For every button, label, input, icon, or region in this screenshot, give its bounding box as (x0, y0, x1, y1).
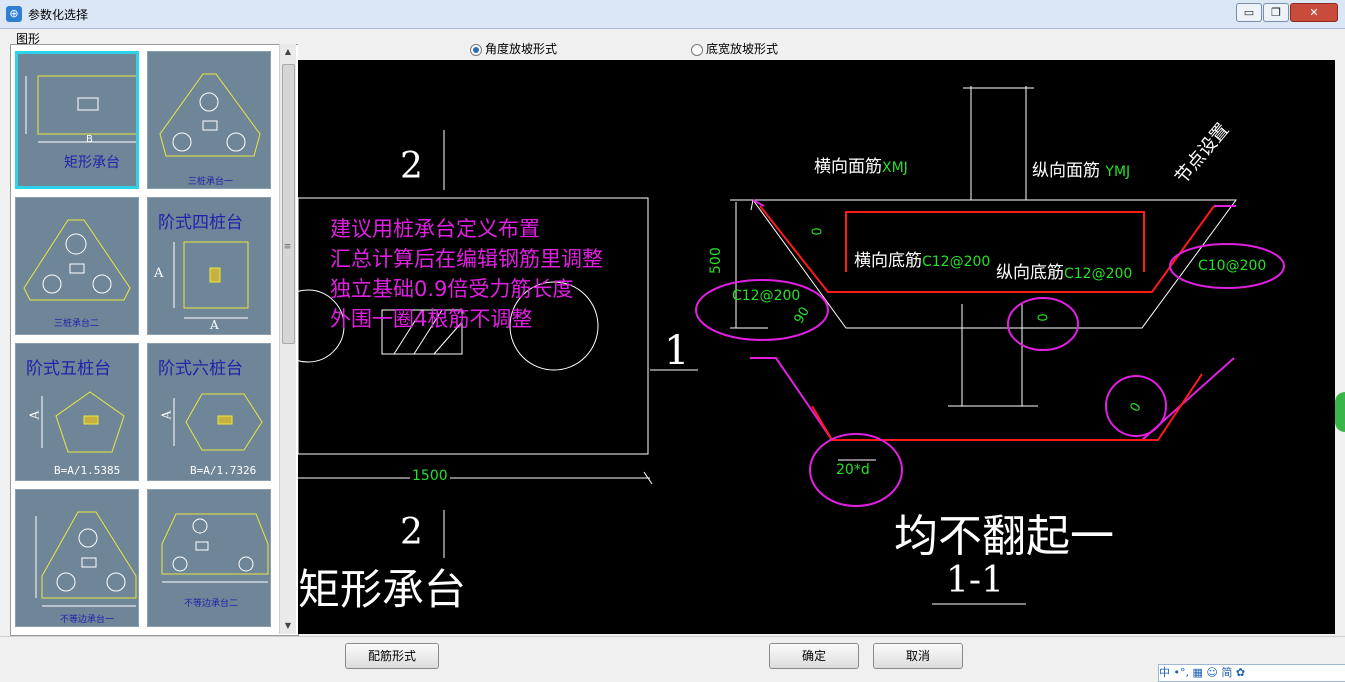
thumb-caption: 矩形承台 (64, 155, 120, 171)
thumb-step6-cap[interactable]: 阶式六桩台 A B=A/1.7326 (147, 343, 271, 481)
restore-button[interactable]: ❐ (1263, 3, 1289, 22)
label-value: C12@200 (922, 254, 991, 270)
rebar-form-button[interactable]: 配筋形式 (345, 643, 439, 669)
thumb-label-b: B (86, 134, 93, 145)
note-line: 外围一圈4根筋不调整 (330, 307, 533, 331)
radio-unchecked-icon (691, 43, 703, 56)
radio-bottom-width-slope[interactable]: 底宽放坡形式 (691, 40, 778, 57)
cancel-button[interactable]: 取消 (873, 643, 963, 669)
minimize-icon: ▭ (1243, 6, 1255, 19)
radio-bottom-width-label: 底宽放坡形式 (706, 42, 779, 56)
dim-zero-label: 0 (810, 227, 826, 236)
thumb-caption: 不等边承台二 (184, 599, 239, 609)
radio-checked-icon (470, 43, 482, 56)
scroll-up-icon[interactable]: ▲ (280, 44, 296, 60)
note-line: 建议用桩承台定义布置 (330, 217, 540, 241)
thumb-rect-cap[interactable]: B 矩形承台 (15, 51, 139, 189)
label-text: 横向底筋 (854, 251, 922, 271)
label-bottom-longitudinal: 纵向底筋C12@200 (996, 258, 1132, 283)
section-title: 1-1 (946, 560, 1004, 601)
thumb-caption: 三桩承台二 (54, 319, 100, 329)
radio-angle-label: 角度放坡形式 (485, 42, 558, 56)
thumb-tri1-cap[interactable]: 三桩承台一 (147, 51, 271, 189)
label-top-transverse: 横向面筋XMJ (814, 152, 908, 177)
label-bottom-transverse: 横向底筋C12@200 (854, 246, 990, 271)
dim-height-label: 500 (708, 247, 724, 274)
shape-name-label: 矩形承台 (298, 565, 467, 614)
thumb-formula: B=A/1.7326 (190, 464, 257, 477)
thumb-tri2-cap[interactable]: 三桩承台二 (15, 197, 139, 335)
restore-icon: ❐ (1271, 6, 1281, 19)
thumbnail-scrollbar[interactable]: ▲ ≡ ▼ (279, 44, 296, 634)
note-line: 独立基础0.9倍受力筋长度 (330, 277, 574, 301)
label-text: 纵向底筋 (996, 263, 1064, 283)
thumb-uneq1-cap[interactable]: 不等边承台一 (15, 489, 139, 627)
shape-thumbnail-panel: B 矩形承台 三桩承台一 三桩承台二 阶式四桩台 A A 阶式五桩台 A B=A… (10, 44, 299, 636)
thumb-label-a: A (154, 266, 164, 281)
thumb-caption: 三桩承台一 (188, 177, 234, 187)
bottom-bar: 配筋形式 确定 取消 (0, 636, 1345, 681)
radio-angle-slope[interactable]: 角度放坡形式 (470, 40, 557, 57)
section-mark-top: 2 (400, 146, 423, 187)
side-float-tab[interactable] (1335, 392, 1345, 432)
ime-text: 中 •°, ▦ ☺ 简 ✿ (1159, 666, 1246, 679)
thumb-uneq2-cap[interactable]: 不等边承台二 (147, 489, 271, 627)
cad-preview-canvas: 2 2 1 矩形承台 1500 建议用桩承台定义布置 汇总计算后在编辑钢筋里调整… (298, 60, 1335, 634)
label-top-longitudinal: 纵向面筋 YMJ (1032, 156, 1130, 181)
close-icon: ✕ (1309, 6, 1319, 19)
cad-drawing (298, 86, 1285, 605)
label-code: XMJ (882, 160, 908, 176)
dim-anchor-label: 20*d (836, 462, 870, 478)
label-right-rebar: C10@200 (1198, 258, 1267, 274)
scroll-grip-icon: ≡ (283, 242, 292, 252)
close-button[interactable]: ✕ (1290, 3, 1338, 22)
note-line: 汇总计算后在编辑钢筋里调整 (330, 247, 603, 271)
scroll-thumb[interactable] (282, 64, 295, 344)
thumb-caption: 不等边承台一 (60, 615, 115, 625)
thumb-formula: B=A/1.5385 (54, 464, 121, 477)
label-text: 纵向面筋 (1032, 161, 1100, 181)
note-no-bend: 均不翻起一 (894, 511, 1114, 562)
thumb-step5-cap[interactable]: 阶式五桩台 A B=A/1.5385 (15, 343, 139, 481)
thumb-label-a: A (27, 410, 42, 420)
minimize-button[interactable]: ▭ (1236, 3, 1262, 22)
slope-options-bar: 角度放坡形式 底宽放坡形式 (298, 32, 1335, 60)
dim-width-label: 1500 (410, 468, 450, 484)
scroll-down-icon[interactable]: ▼ (280, 618, 296, 634)
label-value: C12@200 (1064, 266, 1133, 282)
ok-button[interactable]: 确定 (769, 643, 859, 669)
section-mark-bottom: 2 (400, 512, 423, 553)
label-left-rebar: C12@200 (732, 288, 801, 304)
window-title: 参数化选择 (28, 8, 89, 22)
app-icon: ⊕ (6, 6, 22, 22)
thumb-label-a-bottom: A (210, 318, 219, 332)
thumb-step4-cap[interactable]: 阶式四桩台 A A (147, 197, 271, 335)
thumb-label-a: A (159, 410, 174, 420)
title-bar: ⊕ 参数化选择 ▭ ❐ ✕ (0, 0, 1345, 29)
dim-zero-label: 0 (1036, 313, 1052, 322)
notes-block: 建议用桩承台定义布置 汇总计算后在编辑钢筋里调整 独立基础0.9倍受力筋长度 外… (330, 214, 603, 334)
ime-toolbar[interactable]: 中 •°, ▦ ☺ 简 ✿ (1158, 664, 1345, 682)
label-text: 横向面筋 (814, 157, 882, 177)
section-mark-side: 1 (664, 328, 690, 374)
label-code: YMJ (1105, 164, 1131, 180)
